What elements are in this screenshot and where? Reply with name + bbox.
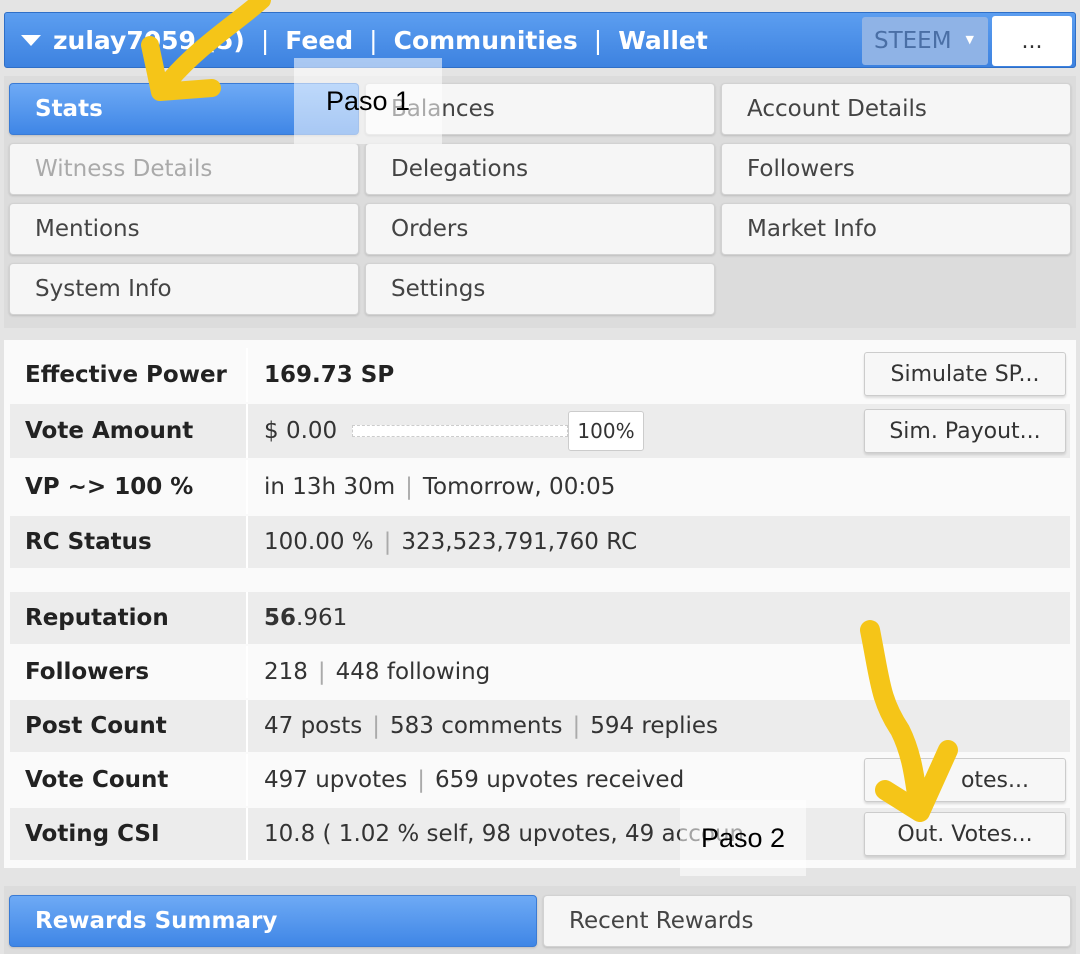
stat-value: 218 | 448 following bbox=[264, 659, 491, 685]
stat-label: VP ~> 100 % bbox=[10, 460, 248, 514]
tab-recent-rewards[interactable]: Recent Rewards bbox=[543, 895, 1071, 947]
stats-row-reputation: Reputation 56.961 bbox=[10, 592, 1070, 644]
vote-weight-slider[interactable] bbox=[352, 425, 568, 437]
currency-select-value: STEEM bbox=[874, 28, 952, 54]
rewards-tabs-panel: Rewards Summary Recent Rewards bbox=[4, 886, 1076, 954]
stat-value: 56.961 bbox=[264, 605, 348, 631]
paso1-annotation-label: Paso 1 bbox=[294, 58, 442, 144]
simulate-sp-button[interactable]: Simulate SP... bbox=[864, 352, 1066, 396]
stat-value: $ 0.00 bbox=[264, 418, 338, 444]
stat-value: in 13h 30m | Tomorrow, 00:05 bbox=[264, 474, 616, 500]
stat-value: 497 upvotes | 659 upvotes received bbox=[264, 767, 685, 793]
stat-label: Post Count bbox=[10, 700, 248, 752]
menu-mentions-button[interactable]: Mentions bbox=[9, 203, 359, 255]
stat-label: Vote Amount bbox=[10, 404, 248, 458]
tab-rewards-summary[interactable]: Rewards Summary bbox=[9, 895, 537, 947]
stats-row-rc-status: RC Status 100.00 % | 323,523,791,760 RC bbox=[10, 516, 1070, 568]
menu-orders-button[interactable]: Orders bbox=[365, 203, 715, 255]
stats-row-followers: Followers 218 | 448 following bbox=[10, 646, 1070, 698]
top-navigation-bar: zulay7059 (5) | Feed | Communities | Wal… bbox=[4, 12, 1076, 68]
currency-select[interactable]: STEEM ▼ bbox=[862, 17, 988, 65]
stat-label: Followers bbox=[10, 646, 248, 698]
stat-label: Effective Power bbox=[10, 348, 248, 402]
nav-separator: | bbox=[260, 25, 270, 55]
menu-system-info-button[interactable]: System Info bbox=[9, 263, 359, 315]
menu-witness-details-button[interactable]: Witness Details bbox=[9, 143, 359, 195]
nav-communities-link[interactable]: Communities bbox=[394, 26, 578, 55]
nav-feed-link[interactable]: Feed bbox=[285, 26, 353, 55]
menu-panel: Stats Balances Account Details Witness D… bbox=[4, 76, 1076, 328]
account-dropdown-icon[interactable] bbox=[21, 34, 41, 46]
more-button[interactable]: ... bbox=[992, 16, 1072, 66]
nav-separator: | bbox=[593, 25, 603, 55]
stat-value: 10.8 ( 1.02 % self, 98 upvotes, 49 accou… bbox=[264, 821, 925, 847]
stat-label: Voting CSI bbox=[10, 808, 248, 860]
stats-panel: Effective Power 169.73 SP Simulate SP...… bbox=[4, 340, 1076, 868]
nav-separator: | bbox=[369, 25, 378, 55]
stat-value: 169.73 SP bbox=[264, 362, 395, 388]
vote-weight-percent[interactable]: 100% bbox=[568, 411, 644, 451]
stats-row-vote-amount: Vote Amount $ 0.00 100% Sim. Payout... bbox=[10, 404, 1070, 458]
menu-market-info-button[interactable]: Market Info bbox=[721, 203, 1071, 255]
stat-label: Vote Count bbox=[10, 754, 248, 806]
stats-row-vp: VP ~> 100 % in 13h 30m | Tomorrow, 00:05 bbox=[10, 460, 1070, 514]
chevron-down-icon: ▼ bbox=[965, 33, 974, 46]
menu-delegations-button[interactable]: Delegations bbox=[365, 143, 715, 195]
paso2-annotation-label: Paso 2 bbox=[680, 800, 806, 876]
out-votes-button[interactable]: Out. Votes... bbox=[864, 812, 1066, 856]
stat-value: 100.00 % | 323,523,791,760 RC bbox=[264, 529, 638, 555]
stats-row-voting-csi: Voting CSI 10.8 ( 1.02 % self, 98 upvote… bbox=[10, 808, 1070, 860]
menu-account-details-button[interactable]: Account Details bbox=[721, 83, 1071, 135]
stats-row-post-count: Post Count 47 posts | 583 comments | 594 rep… bbox=[10, 700, 1070, 752]
nav-wallet-link[interactable]: Wallet bbox=[618, 26, 708, 55]
sim-payout-button[interactable]: Sim. Payout... bbox=[864, 409, 1066, 453]
stats-row-vote-count: Vote Count 497 upvotes | 659 upvotes recei… bbox=[10, 754, 1070, 806]
menu-settings-button[interactable]: Settings bbox=[365, 263, 715, 315]
nav-links: zulay7059 (5) | Feed | Communities | Wal… bbox=[53, 26, 708, 55]
menu-followers-button[interactable]: Followers bbox=[721, 143, 1071, 195]
stat-value: 47 posts | 583 comments | 594 replies bbox=[264, 713, 719, 739]
in-votes-button[interactable]: otes... bbox=[864, 758, 1066, 802]
stat-label: RC Status bbox=[10, 516, 248, 568]
username-link[interactable]: zulay7059 (5) bbox=[53, 26, 245, 55]
stat-label: Reputation bbox=[10, 592, 248, 644]
stats-row-effective-power: Effective Power 169.73 SP Simulate SP... bbox=[10, 348, 1070, 402]
